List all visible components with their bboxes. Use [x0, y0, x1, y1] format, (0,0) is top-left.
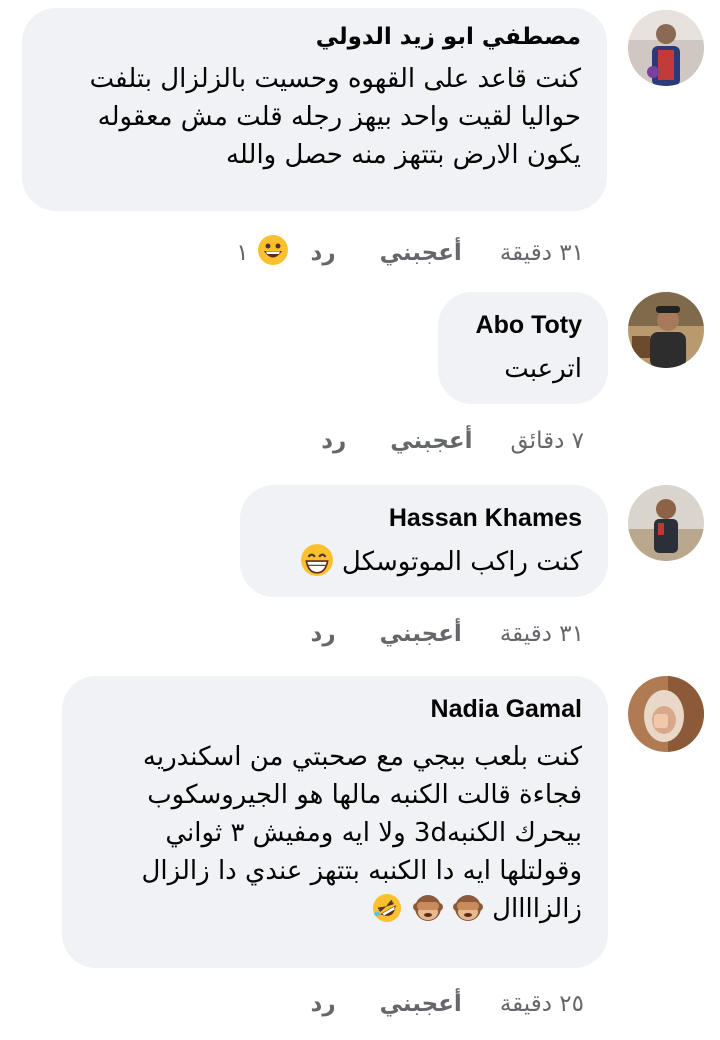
comment-text-line: حواليا لقيت واحد بيهز رجله قلت مش معقوله — [97, 102, 581, 132]
avatar-image — [628, 676, 704, 752]
comment-actions: ٧ دقائق أعجبني رد — [277, 428, 584, 454]
avatar[interactable] — [628, 676, 704, 752]
comment-text-line: بيحرك الكنبه3d ولا ايه ومفيش ٣ ثواني — [165, 818, 582, 848]
grinning-face-icon — [257, 234, 289, 272]
comment-time[interactable]: ٢٥ دقيقة — [500, 991, 584, 1017]
comment-author[interactable]: Abo Toty — [464, 310, 582, 340]
avatar[interactable] — [628, 292, 704, 368]
reaction-count: ١ — [236, 240, 249, 266]
reply-button[interactable]: رد — [321, 428, 346, 454]
comment-bubble: Nadia Gamal كنت بلعب ببجي مع صحبتي من اس… — [62, 676, 608, 968]
avatar-image — [628, 10, 704, 86]
reaction-summary[interactable]: ١ — [236, 234, 288, 272]
comment-time[interactable]: ٧ دقائق — [511, 428, 585, 454]
comment-author[interactable]: Hassan Khames — [266, 503, 582, 533]
comment-text: كنت راكب الموتوسكل — [341, 547, 582, 577]
comment-bubble: Abo Toty اترعبت — [438, 292, 608, 404]
comment-author[interactable]: مصطفي ابو زيد الدولي — [48, 22, 581, 52]
reply-button[interactable]: رد — [311, 621, 336, 647]
comment-actions: ٢٥ دقيقة أعجبني رد — [267, 991, 584, 1017]
comment-time[interactable]: ٣١ دقيقة — [500, 621, 584, 647]
comment-text-line: اترعبت — [504, 354, 582, 384]
comment-actions: ٣١ دقيقة أعجبني رد ١ — [236, 234, 584, 272]
avatar-image — [628, 292, 704, 368]
avatar[interactable] — [628, 10, 704, 86]
see-no-evil-monkey-icon — [412, 891, 444, 929]
grinning-face-icon — [300, 543, 334, 582]
avatar[interactable] — [628, 485, 704, 561]
like-button[interactable]: أعجبني — [380, 991, 462, 1017]
comment-bubble: مصطفي ابو زيد الدولي كنت قاعد على القهوه… — [22, 8, 607, 211]
like-button[interactable]: أعجبني — [380, 240, 462, 266]
comment-text: زالزاااال — [492, 894, 582, 924]
comment-text-line: فجاءة قالت الكنبه مالها هو الجيروسكوب — [147, 780, 582, 810]
avatar-image — [628, 485, 704, 561]
like-button[interactable]: أعجبني — [380, 621, 462, 647]
see-no-evil-monkey-icon — [452, 891, 484, 929]
like-button[interactable]: أعجبني — [390, 428, 472, 454]
comment-text-line: كنت راكب الموتوسكل — [266, 543, 582, 582]
comment-text-line: يكون الارض بتتهز منه حصل والله — [225, 140, 581, 170]
comment-text-line: كنت بلعب ببجي مع صحبتي من اسكندريه — [142, 742, 582, 772]
reply-button[interactable]: رد — [311, 991, 336, 1017]
rolling-laughing-face-icon — [371, 891, 403, 929]
comment-time[interactable]: ٣١ دقيقة — [500, 240, 584, 266]
comment-author[interactable]: Nadia Gamal — [88, 694, 582, 724]
comment-text-line: كنت قاعد على القهوه وحسيت بالزلزال بتلفت — [89, 64, 581, 94]
comment-bubble: Hassan Khames كنت راكب الموتوسكل — [240, 485, 608, 597]
reply-button[interactable]: رد — [311, 240, 336, 266]
comment-actions: ٣١ دقيقة أعجبني رد — [267, 621, 584, 647]
comment-text-line: زالزاااال — [88, 890, 582, 929]
comment-text-line: وقولتلها ايه دا الكنبه بتتهز عندي دا زال… — [141, 856, 582, 886]
